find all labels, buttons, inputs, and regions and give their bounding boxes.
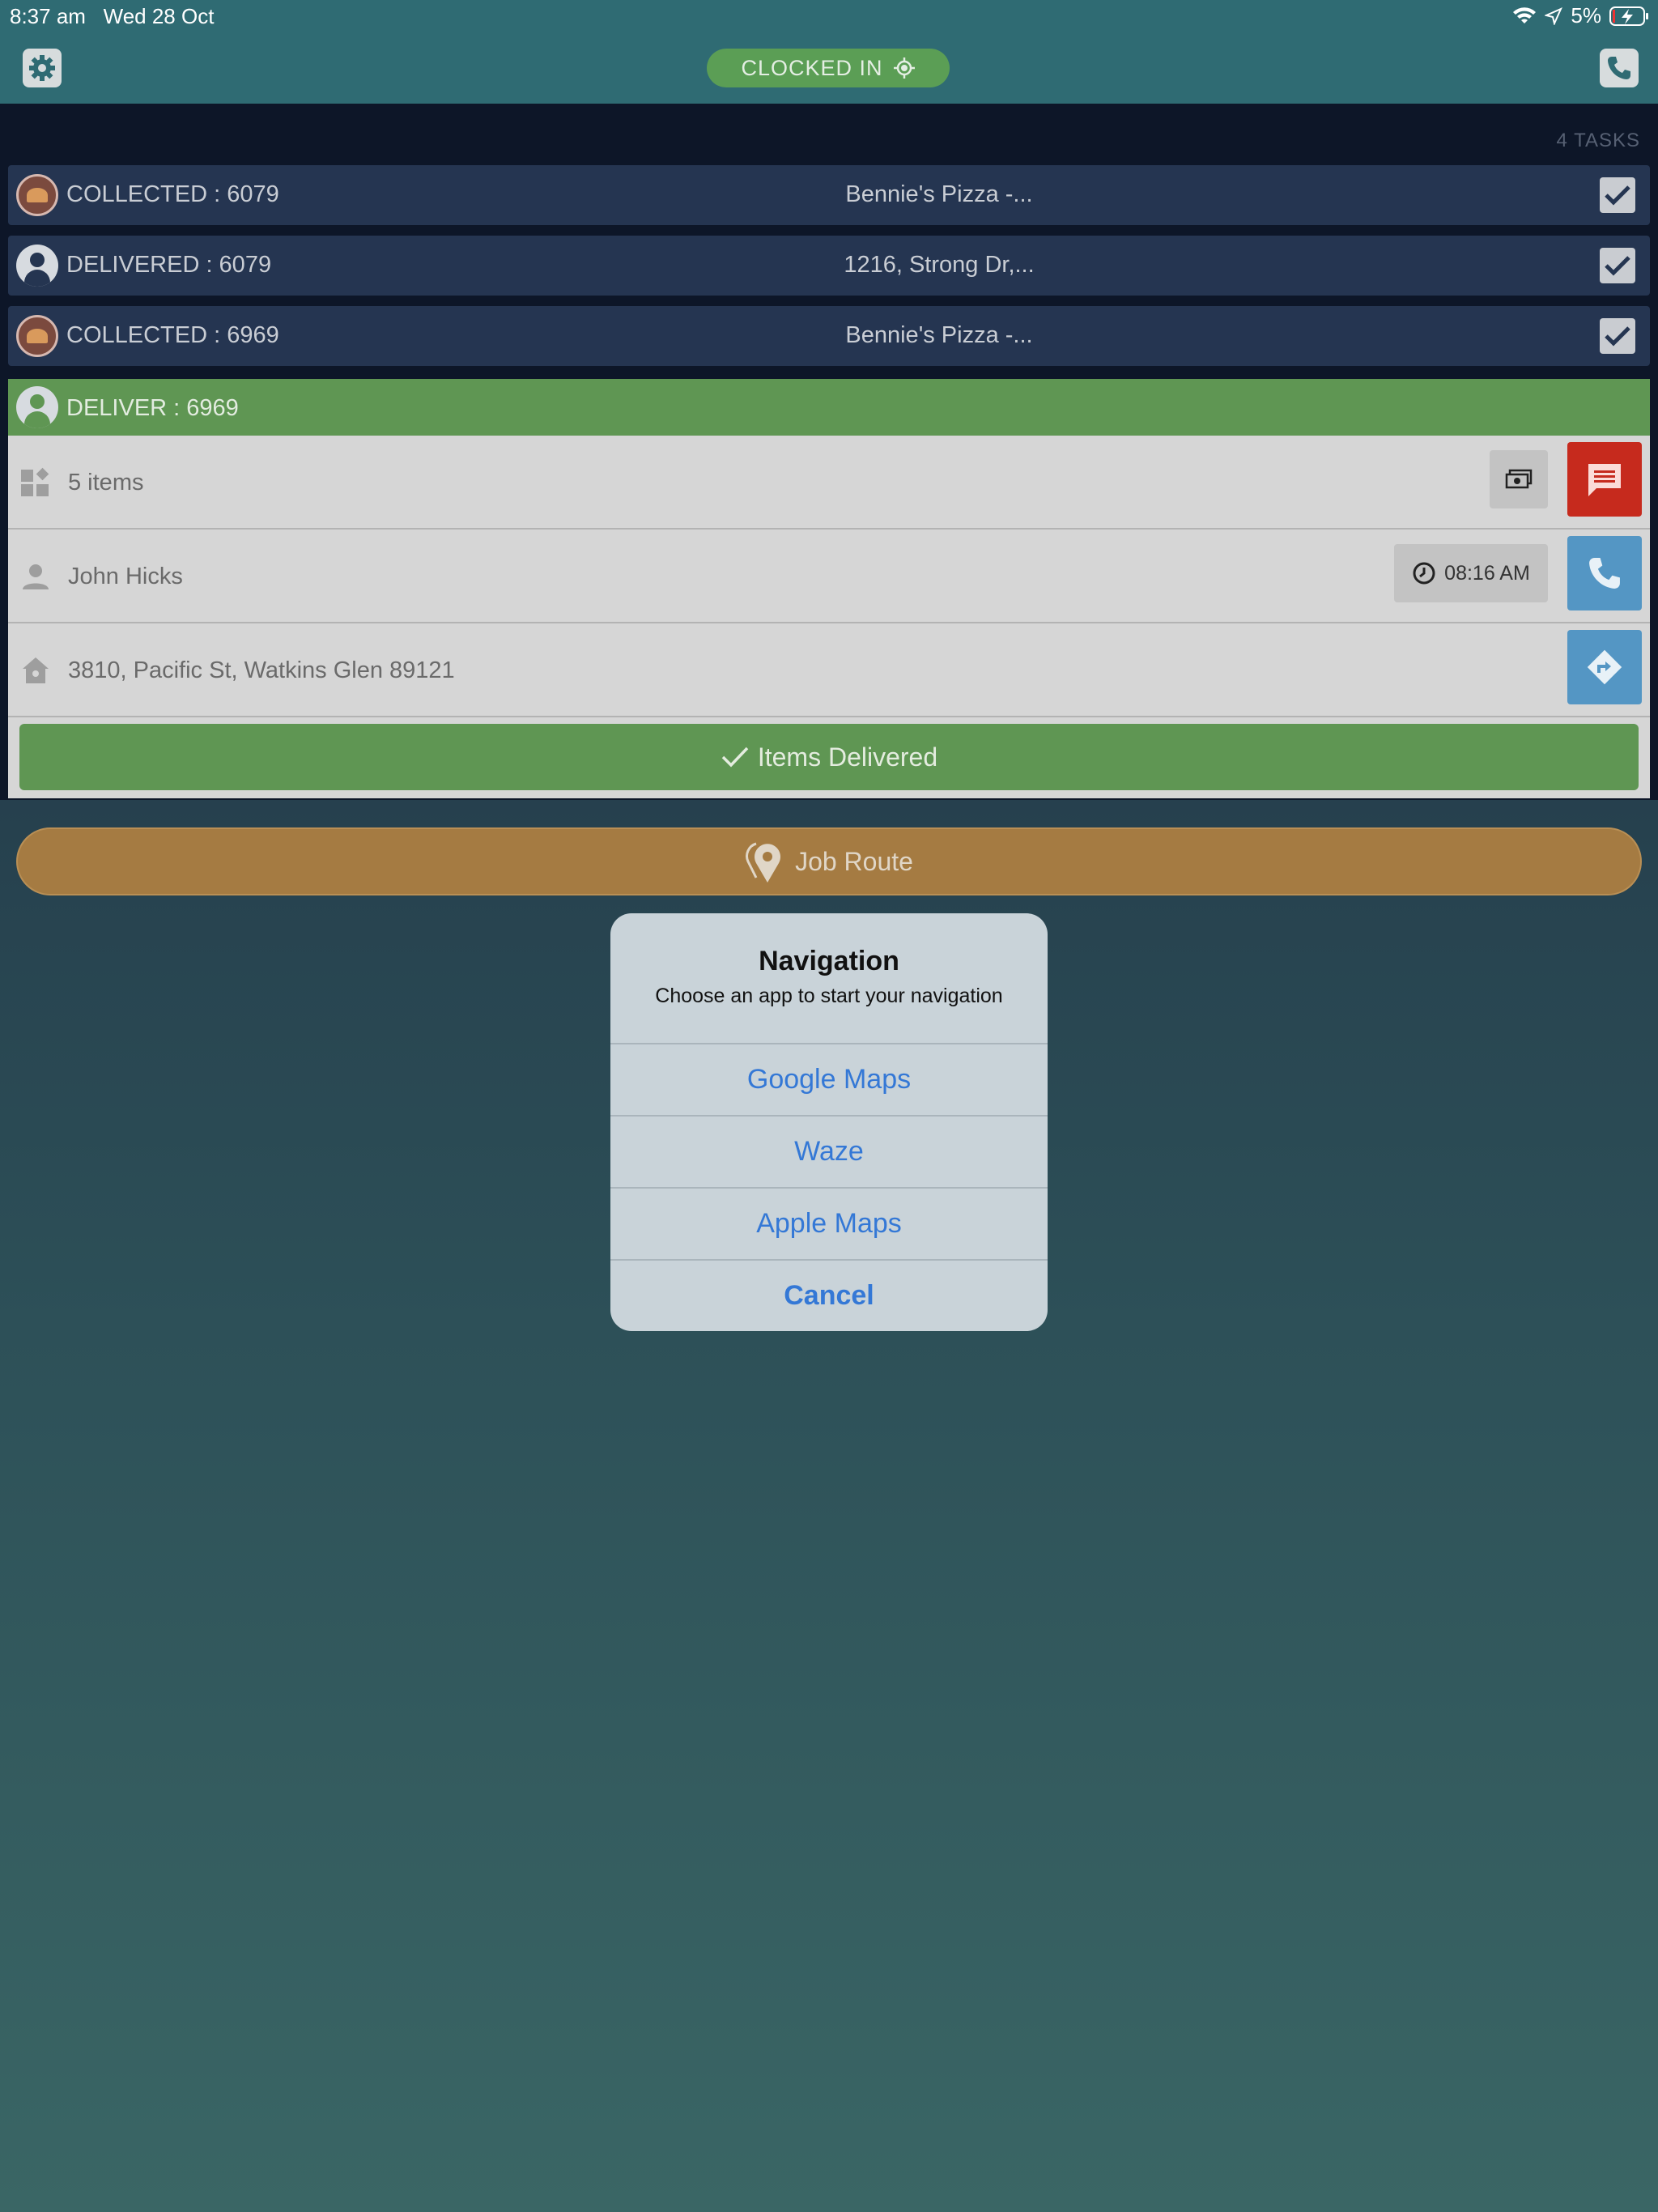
clock-status-button[interactable]: CLOCKED IN [707, 49, 950, 87]
job-route-label: Job Route [795, 846, 913, 876]
items-row: 5 items [8, 436, 1650, 530]
active-task-label: DELIVER : 6969 [66, 395, 239, 421]
task-row[interactable]: COLLECTED : 6079 Bennie's Pizza -... [8, 165, 1650, 225]
google-maps-option[interactable]: Google Maps [610, 1043, 1048, 1115]
items-delivered-button[interactable]: Items Delivered [19, 724, 1639, 790]
directions-button[interactable] [1567, 630, 1642, 704]
status-time: 8:37 am [10, 4, 86, 28]
status-indicators: 5% [1512, 3, 1650, 28]
clock-status-label: CLOCKED IN [741, 55, 883, 80]
customer-row: John Hicks 08:16 AM [8, 530, 1650, 623]
task-checkbox[interactable] [1600, 318, 1635, 354]
battery-percent: 5% [1571, 3, 1601, 28]
task-row[interactable]: DELIVERED : 6079 1216, Strong Dr,... [8, 236, 1650, 296]
items-count: 5 items [68, 470, 144, 496]
map-pin-icon [746, 842, 781, 883]
items-delivered-label: Items Delivered [757, 742, 938, 772]
phone-icon [1589, 558, 1620, 589]
apple-maps-option[interactable]: Apple Maps [610, 1187, 1048, 1259]
check-icon [1605, 326, 1630, 347]
settings-button[interactable] [23, 49, 62, 87]
task-row[interactable]: COLLECTED : 6969 Bennie's Pizza -... [8, 306, 1650, 366]
check-icon [1605, 185, 1630, 206]
gear-icon [29, 55, 55, 81]
check-icon [1605, 256, 1630, 276]
task-place: Bennie's Pizza -... [845, 181, 1033, 207]
dialog-subtitle: Choose an app to start your navigation [655, 985, 1003, 1007]
pizza-icon [16, 315, 58, 357]
items-grid-icon [21, 467, 49, 496]
status-time-date: 8:37 am Wed 28 Oct [10, 4, 214, 29]
cash-icon [1505, 469, 1533, 489]
tasks-count: 4 TASKS [1556, 130, 1640, 151]
status-date: Wed 28 Oct [103, 4, 215, 28]
task-checkbox[interactable] [1600, 248, 1635, 283]
phone-icon [1608, 57, 1630, 79]
task-place: 1216, Strong Dr,... [844, 252, 1035, 278]
active-task-header[interactable]: DELIVER : 6969 [8, 379, 1650, 436]
navigation-dialog: Navigation Choose an app to start your n… [610, 913, 1048, 1331]
top-nav-bar: CLOCKED IN [0, 32, 1658, 104]
delivery-time-badge: 08:16 AM [1394, 544, 1548, 602]
task-checkbox[interactable] [1600, 177, 1635, 213]
directions-icon [1587, 649, 1622, 685]
chat-icon [1588, 464, 1621, 496]
message-button[interactable] [1567, 442, 1642, 517]
pizza-icon [16, 174, 58, 216]
active-task-card: DELIVER : 6969 5 items John Hicks 08:16 … [8, 379, 1650, 798]
location-arrow-icon [1545, 6, 1563, 25]
check-icon [721, 747, 749, 768]
task-label: COLLECTED : 6969 [66, 322, 279, 348]
wifi-icon [1513, 6, 1537, 23]
battery-charging-icon [1609, 6, 1648, 26]
address-row: 3810, Pacific St, Watkins Glen 89121 [8, 623, 1650, 717]
delivery-address: 3810, Pacific St, Watkins Glen 89121 [68, 657, 455, 683]
delivery-time: 08:16 AM [1444, 561, 1530, 585]
payment-button[interactable] [1490, 450, 1548, 508]
customer-name: John Hicks [68, 564, 183, 589]
home-icon [23, 657, 49, 683]
cancel-button[interactable]: Cancel [610, 1259, 1048, 1331]
clock-icon [1413, 562, 1435, 585]
person-icon [16, 245, 58, 287]
job-route-button[interactable]: Job Route [16, 827, 1642, 895]
call-customer-button[interactable] [1567, 536, 1642, 610]
person-icon [23, 564, 49, 589]
location-target-icon [893, 57, 915, 79]
task-label: DELIVERED : 6079 [66, 252, 272, 278]
status-bar: 8:37 am Wed 28 Oct 5% [0, 0, 1658, 32]
call-dispatch-button[interactable] [1600, 49, 1639, 87]
task-label: COLLECTED : 6079 [66, 181, 279, 207]
task-place: Bennie's Pizza -... [845, 322, 1033, 348]
person-icon [16, 386, 58, 428]
waze-option[interactable]: Waze [610, 1115, 1048, 1187]
dialog-title: Navigation [759, 946, 899, 976]
